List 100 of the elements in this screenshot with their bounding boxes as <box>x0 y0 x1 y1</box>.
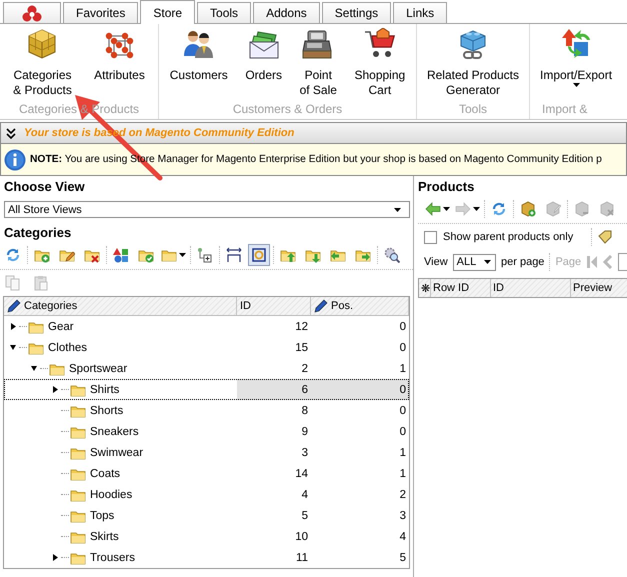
page-field[interactable] <box>618 253 627 271</box>
tree-row[interactable]: Skirts 10 4 <box>4 526 409 547</box>
column-header[interactable]: Preview <box>571 279 627 297</box>
table-cell-text: 0 <box>398 320 407 334</box>
ribbon-button[interactable]: Shopping Cart <box>352 24 408 102</box>
fit-frame-button[interactable] <box>248 244 270 266</box>
column-header[interactable]: ❋ <box>419 279 431 297</box>
refresh-icon <box>5 247 21 263</box>
category-name: Tops <box>90 510 114 522</box>
table-cell-text: 1 <box>398 466 407 482</box>
ribbon-button[interactable]: Import/Export <box>538 24 614 102</box>
tree-row[interactable]: Shirts 6 0 <box>4 379 409 400</box>
store-view-dropdown[interactable]: All Store Views <box>4 201 410 218</box>
category-name: Trousers <box>90 552 135 564</box>
ribbon-tab[interactable]: Settings <box>322 2 392 23</box>
ribbon-button[interactable]: Point of Sale <box>298 24 339 102</box>
tree-row[interactable]: Coats 14 1 <box>4 463 409 484</box>
copy-icon <box>5 275 21 291</box>
per-page-dropdown[interactable]: ALL <box>452 254 496 270</box>
expander-icon[interactable] <box>52 386 58 393</box>
table-cell-text: 0 <box>398 424 407 440</box>
table-cell-text: 4 <box>300 488 309 502</box>
category-name: Sneakers <box>90 426 139 438</box>
column-header[interactable]: Pos. <box>311 297 409 315</box>
column-header[interactable]: ID <box>491 279 571 297</box>
table-cell-text: 8 <box>300 404 309 418</box>
group-label: Tools <box>458 102 488 118</box>
shopping-cart-icon <box>364 28 396 60</box>
tag-icon[interactable] <box>598 230 612 244</box>
caret-icon <box>179 253 186 257</box>
category-name: Gear <box>48 320 74 332</box>
caret-icon <box>394 208 401 212</box>
refresh-icon <box>491 201 507 217</box>
box-pencil-icon <box>545 201 561 217</box>
group-label: Customers & Orders <box>232 102 344 118</box>
table-cell-text: 1 <box>398 362 407 376</box>
expander-icon[interactable] <box>10 323 16 330</box>
box-minus-icon <box>574 201 590 217</box>
category-name: Swimwear <box>90 446 144 458</box>
tree-row[interactable]: Gear 12 0 <box>4 316 409 337</box>
caret-icon <box>443 207 450 211</box>
table-cell-text: 3 <box>398 508 407 524</box>
ribbon-tab[interactable]: Addons <box>253 2 320 23</box>
expander-icon[interactable] <box>10 344 16 351</box>
fit-frame-icon <box>251 247 267 263</box>
people-icon <box>182 28 215 60</box>
ribbon-button[interactable]: Categories & Products <box>11 24 74 102</box>
table-cell-text: 3 <box>300 446 309 460</box>
caret-icon <box>484 260 491 264</box>
group-label: Import & <box>541 102 588 118</box>
table-cell-text: 10 <box>294 530 309 544</box>
arrows-icon <box>560 28 592 60</box>
tree-row[interactable]: Trousers 11 5 <box>4 547 409 568</box>
tree-row[interactable]: Sportswear 2 1 <box>4 358 409 379</box>
page-label: Page <box>555 256 582 268</box>
ribbon-button[interactable]: Orders <box>243 24 284 102</box>
ribbon-tab[interactable]: Links <box>393 2 448 23</box>
category-name: Coats <box>90 468 120 480</box>
view-label: View <box>424 256 448 268</box>
table-cell-text: 5 <box>300 508 309 524</box>
section-title: Products <box>418 178 476 195</box>
table-cell-text: 0 <box>398 340 407 356</box>
ribbon-button[interactable]: Customers <box>168 24 230 102</box>
logo-icon <box>22 4 42 22</box>
section-title: Categories <box>3 224 72 241</box>
column-header[interactable]: Row ID <box>431 279 491 297</box>
category-name: Clothes <box>48 342 87 354</box>
category-name: Skirts <box>90 530 119 542</box>
ribbon-tab[interactable]: Store <box>140 0 196 24</box>
pencil-icon <box>314 299 328 313</box>
per-page-label: per page <box>501 256 544 268</box>
shapes-icon <box>113 247 129 263</box>
ribbon-button[interactable]: Attributes <box>92 24 147 102</box>
tree-row[interactable]: Sneakers 9 0 <box>4 421 409 442</box>
tree-row[interactable]: Swimwear 3 1 <box>4 442 409 463</box>
ribbon-tab[interactable]: Tools <box>197 2 252 23</box>
table-cell: 0 <box>311 379 409 400</box>
tree-row[interactable]: Clothes 15 0 <box>4 337 409 358</box>
column-header[interactable]: ID <box>237 297 311 315</box>
expander-icon[interactable] <box>31 365 37 372</box>
collapse-icon[interactable] <box>6 128 16 138</box>
table-cell: 6 <box>237 379 311 400</box>
table-cell-text: 4 <box>398 530 407 544</box>
checkbox[interactable] <box>424 230 437 244</box>
ribbon-tab[interactable]: Favorites <box>63 2 138 23</box>
expand-arrows-icon <box>226 247 242 263</box>
tree-row[interactable]: Tops 5 3 <box>4 505 409 526</box>
checkbox-label[interactable]: Show parent products only <box>443 231 574 243</box>
logo-tab[interactable] <box>3 2 61 23</box>
pencil-icon <box>7 299 21 313</box>
tree-row[interactable]: Shorts 8 0 <box>4 400 409 421</box>
expander-icon[interactable] <box>52 554 58 561</box>
back-arrow-icon <box>425 201 441 217</box>
clipboard-icon <box>33 275 49 291</box>
ribbon-button[interactable]: Related Products Generator <box>424 24 522 102</box>
table-cell-text: 15 <box>294 340 309 356</box>
tree-row[interactable]: Hoodies 4 2 <box>4 484 409 505</box>
column-header[interactable]: Categories <box>4 297 237 315</box>
box-plus-icon <box>520 201 536 217</box>
category-name: Sportswear <box>69 362 128 374</box>
